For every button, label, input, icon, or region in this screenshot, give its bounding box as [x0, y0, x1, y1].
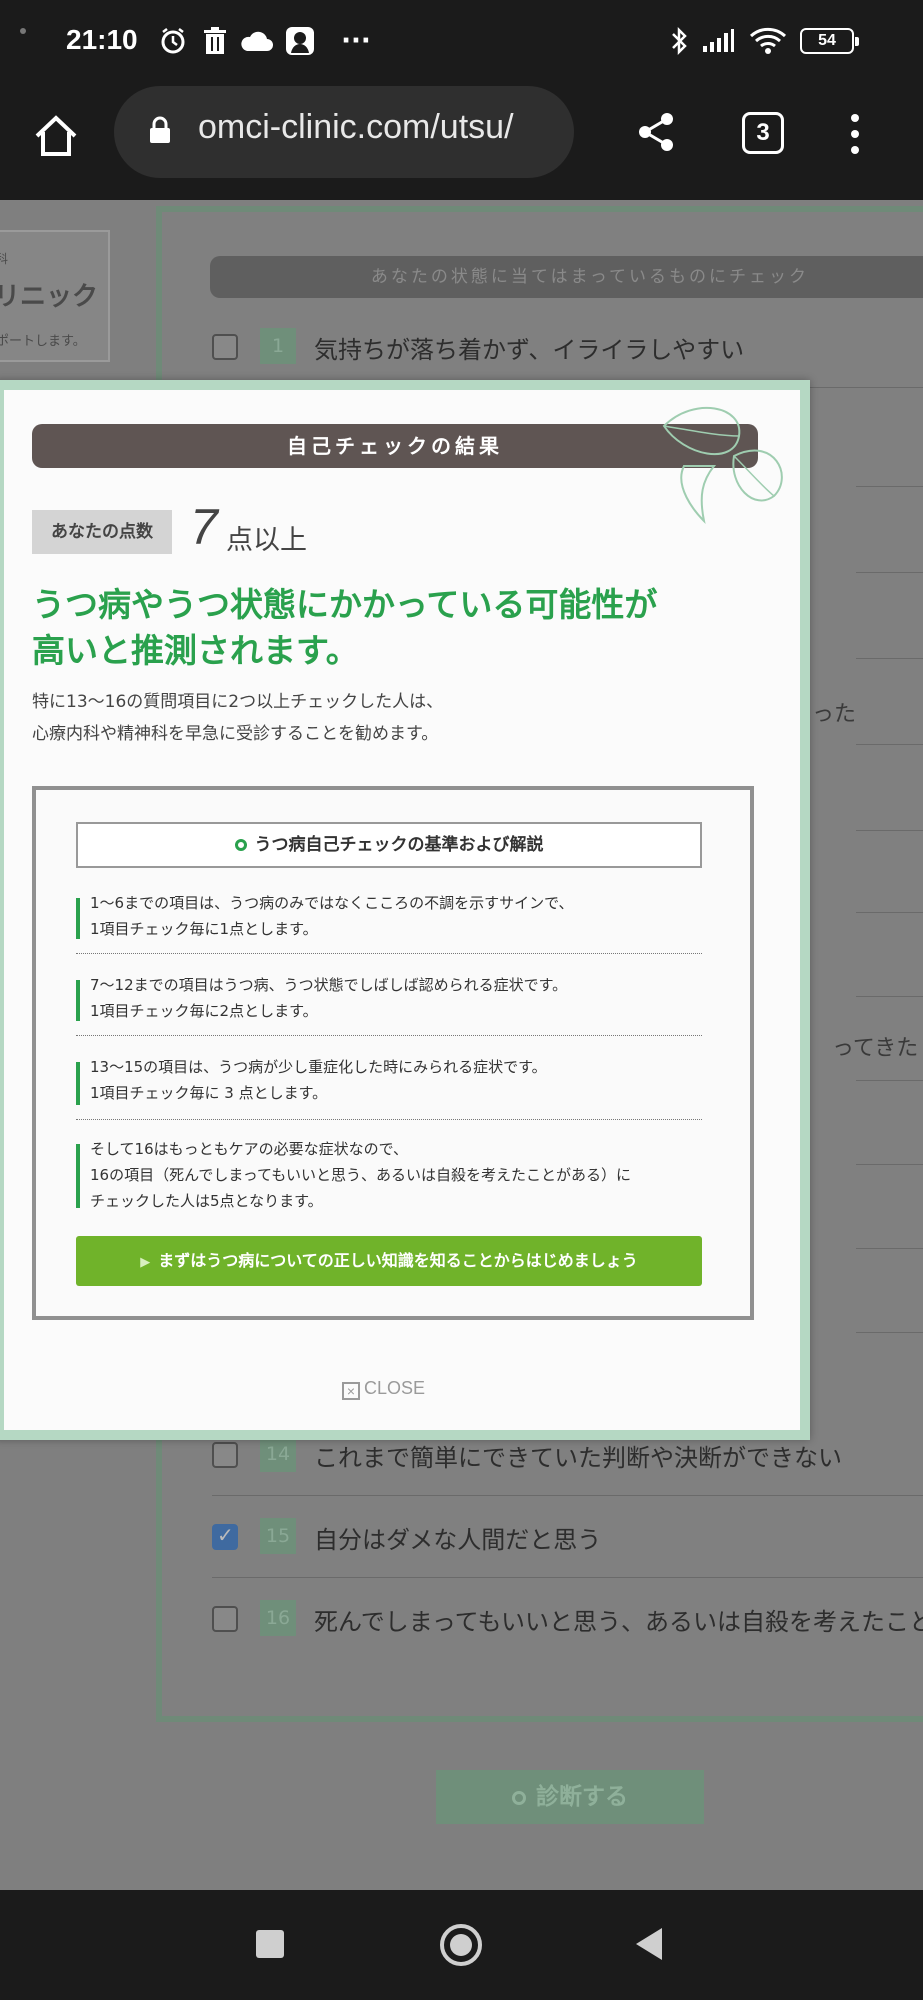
item-number: 16: [260, 1600, 296, 1636]
criteria-line: 1項目チェック毎に1点とします。: [90, 920, 318, 938]
trash-icon: [200, 24, 230, 58]
result-note-line: 心療内科や精神科を早急に受診することを勧めます。: [32, 724, 439, 744]
status-bar: 21:10 ··· 54: [0, 0, 923, 84]
lock-icon: [148, 116, 172, 144]
checklist-item[interactable]: 15 自分はダメな人間だと思う: [212, 1498, 923, 1578]
item-number: 15: [260, 1518, 296, 1554]
system-nav-bar: [0, 1890, 923, 2000]
close-button[interactable]: × CLOSE: [342, 1378, 442, 1404]
account-icon: [284, 24, 316, 58]
row-divider: [856, 912, 923, 913]
diagnose-button[interactable]: 診断する: [436, 1770, 704, 1824]
item-text: 死んでしまってもいいと思う、あるいは自殺を考えたことがある: [314, 1608, 923, 1636]
criteria-line: そして16はもっともケアの必要な症状なので、: [90, 1140, 409, 1158]
criteria-title: うつ病自己チェックの基準および解説: [76, 822, 702, 868]
item-text: 気持ちが落ち着かず、イライラしやすい: [314, 336, 745, 364]
row-divider: [856, 996, 923, 997]
item-checkbox[interactable]: [212, 1606, 238, 1632]
result-note-line: 特に13〜16の質問項目に2つ以上チェックした人は、: [32, 692, 444, 712]
browser-toolbar: omci-clinic.com/utsu/ 3: [0, 84, 923, 200]
play-arrow-icon: ▶: [140, 1255, 151, 1270]
close-label: CLOSE: [364, 1378, 426, 1398]
ring-bullet-icon: [234, 839, 247, 851]
criteria-item: 13〜15の項目は、うつ病が少し重症化した時にみられる症状です。 1項目チェック…: [76, 1054, 702, 1120]
checklist-item[interactable]: 1 気持ちが落ち着かず、イライラしやすい: [212, 308, 923, 388]
close-icon: ×: [342, 1382, 360, 1400]
share-button[interactable]: [628, 104, 684, 160]
item-checkbox[interactable]: [212, 334, 238, 360]
row-divider: [856, 658, 923, 659]
system-home-button[interactable]: [440, 1924, 482, 1966]
criteria-line: 1項目チェック毎に2点とします。: [90, 1002, 318, 1020]
cloud-icon: [238, 24, 274, 58]
address-bar[interactable]: omci-clinic.com/utsu/: [114, 86, 574, 178]
row-divider: [856, 1332, 923, 1333]
status-time: 21:10: [66, 24, 138, 55]
item-text: 自分はダメな人間だと思う: [314, 1526, 602, 1554]
result-modal: 自己チェックの結果 あなたの点数 7 点以上 うつ病やうつ状態にかかっている可能…: [0, 380, 810, 1440]
notification-dot: [20, 28, 26, 34]
criteria-line: 16の項目（死んでしまってもいいと思う、あるいは自殺を考えたことがある）に: [90, 1166, 631, 1184]
back-button[interactable]: [636, 1928, 662, 1960]
recents-button[interactable]: [256, 1930, 284, 1958]
wifi-icon: [748, 24, 788, 58]
result-note: 特に13〜16の質問項目に2つ以上チェックした人は、 心療内科や精神科を早急に受…: [32, 686, 772, 750]
row-divider: [856, 830, 923, 831]
criteria-item: そして16はもっともケアの必要な症状なので、 16の項目（死んでしまってもいいと…: [76, 1136, 702, 1222]
item-text-fragment: った: [812, 702, 857, 727]
checklist-item[interactable]: 16 死んでしまってもいいと思う、あるいは自殺を考えたことがある: [212, 1580, 923, 1660]
leaf-illustration-icon: [662, 406, 783, 525]
item-number: 14: [260, 1436, 296, 1472]
row-divider: [856, 572, 923, 573]
score-suffix: 点以上: [226, 525, 307, 556]
criteria-line: 13〜15の項目は、うつ病が少し重症化した時にみられる症状です。: [90, 1058, 547, 1076]
result-headline: うつ病やうつ状態にかかっている可能性が 高いと推測されます。: [32, 582, 732, 674]
signal-icon: [700, 24, 736, 58]
row-divider: [856, 744, 923, 745]
learn-more-label: まずはうつ病についての正しい知識を知ることからはじめましょう: [158, 1251, 638, 1270]
alarm-icon: [156, 24, 190, 58]
learn-more-button[interactable]: ▶ まずはうつ病についての正しい知識を知ることからはじめましょう: [76, 1236, 702, 1286]
criteria-line: チェックした人は5点となります。: [90, 1192, 323, 1210]
home-icon: [35, 115, 77, 156]
row-divider: [856, 1080, 923, 1081]
result-headline-line: 高いと推測されます。: [32, 631, 359, 670]
more-dots-icon: ···: [341, 26, 371, 56]
battery-indicator: 54: [800, 28, 859, 54]
tab-switcher-button[interactable]: 3: [742, 112, 784, 154]
checklist-header: あなたの状態に当てはまっているものにチェック: [210, 256, 923, 298]
result-headline-line: うつ病やうつ状態にかかっている可能性が: [32, 585, 658, 624]
diagnose-button-label: 診断する: [536, 1784, 628, 1810]
criteria-line: 7〜12までの項目はうつ病、うつ状態でしばしば認められる症状です。: [90, 976, 568, 994]
row-divider: [856, 486, 923, 487]
clinic-logo: 科 リニック ポートします。: [0, 230, 110, 362]
logo-fragment-name: リニック: [0, 282, 99, 312]
criteria-box: うつ病自己チェックの基準および解説 1〜6までの項目は、うつ病のみではなくこころ…: [32, 786, 754, 1320]
browser-menu-button[interactable]: [840, 106, 870, 162]
item-text: これまで簡単にできていた判断や決断ができない: [314, 1444, 842, 1472]
score-label: あなたの点数: [32, 510, 172, 554]
criteria-line: 1項目チェック毎に 3 点とします。: [90, 1084, 328, 1102]
criteria-title-text: うつ病自己チェックの基準および解説: [254, 835, 544, 855]
item-checkbox-checked[interactable]: [212, 1523, 238, 1550]
logo-fragment-tagline: ポートします。: [0, 334, 86, 349]
share-icon: [639, 113, 673, 151]
item-text-fragment: ってきた: [832, 1036, 919, 1061]
criteria-item: 7〜12までの項目はうつ病、うつ状態でしばしば認められる症状です。 1項目チェッ…: [76, 972, 702, 1036]
score-value: 7: [190, 499, 218, 555]
row-divider: [856, 1248, 923, 1249]
criteria-item: 1〜6までの項目は、うつ病のみではなくこころの不調を示すサインで、 1項目チェッ…: [76, 890, 702, 954]
url-text: omci-clinic.com/utsu/: [198, 108, 514, 146]
logo-fragment-small: 科: [0, 252, 9, 266]
home-button[interactable]: [28, 108, 84, 164]
item-checkbox[interactable]: [212, 1442, 238, 1468]
criteria-line: 1〜6までの項目は、うつ病のみではなくこころの不調を示すサインで、: [90, 894, 574, 912]
item-number: 1: [260, 328, 296, 364]
row-divider: [856, 1164, 923, 1165]
bluetooth-icon: [668, 24, 690, 58]
